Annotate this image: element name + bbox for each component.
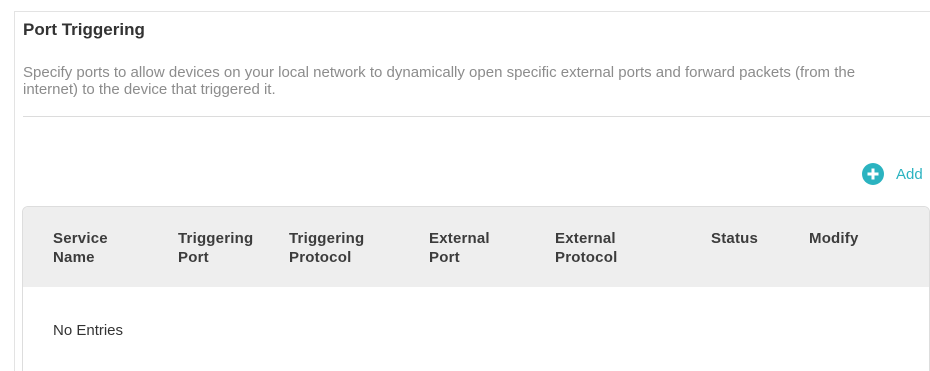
column-header-line: External: [429, 230, 490, 247]
column-header-line: Triggering: [289, 230, 365, 247]
column-header-triggering-protocol[interactable]: Triggering Protocol: [289, 229, 364, 267]
table-header: Service Name Triggering Port Triggering …: [23, 207, 929, 287]
column-header-line: Protocol: [289, 249, 352, 266]
column-header-line: Status: [711, 230, 759, 247]
empty-table-message: No Entries: [53, 322, 124, 339]
section-divider: [23, 116, 930, 117]
column-header-line: Name: [53, 249, 95, 266]
add-button[interactable]: Add: [862, 163, 923, 185]
column-header-line: Port: [178, 249, 209, 266]
column-header-line: External: [555, 230, 616, 247]
column-header-modify[interactable]: Modify: [809, 229, 859, 248]
panel-left-border: [14, 11, 15, 371]
port-triggering-table: Service Name Triggering Port Triggering …: [22, 206, 930, 371]
column-header-triggering-port[interactable]: Triggering Port: [178, 229, 253, 267]
column-header-line: Service: [53, 230, 108, 247]
column-header-line: Modify: [809, 230, 859, 247]
column-header-external-port[interactable]: External Port: [429, 229, 490, 267]
section-title: Port Triggering: [23, 20, 145, 39]
column-header-line: Triggering: [178, 230, 254, 247]
column-header-service-name[interactable]: Service Name: [53, 229, 108, 267]
column-header-status[interactable]: Status: [711, 229, 758, 248]
add-button-label: Add: [896, 165, 923, 183]
port-triggering-page: Port Triggering Specify ports to allow d…: [0, 0, 930, 371]
panel-top-border: [14, 11, 930, 12]
column-header-external-protocol[interactable]: External Protocol: [555, 229, 617, 267]
column-header-line: Protocol: [555, 249, 618, 266]
column-header-line: Port: [429, 249, 460, 266]
section-description: Specify ports to allow devices on your l…: [23, 64, 856, 98]
plus-circle-icon: [862, 163, 884, 185]
